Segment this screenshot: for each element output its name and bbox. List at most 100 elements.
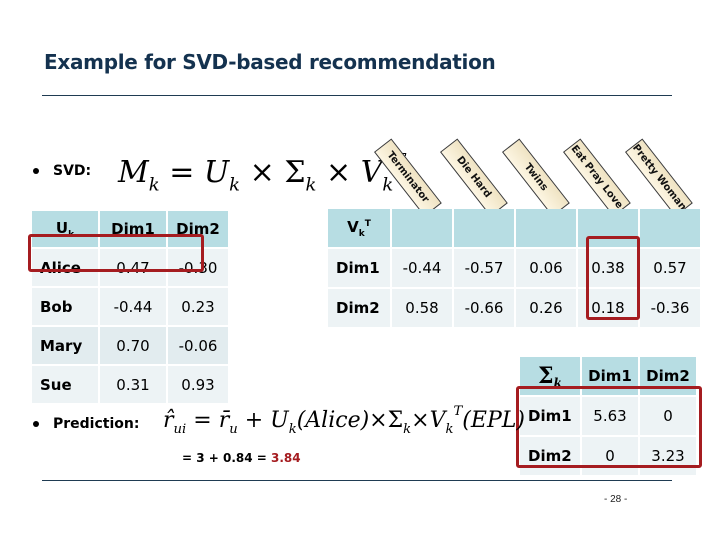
formula-arg: (EPL) <box>462 407 525 433</box>
cell: 0 <box>640 397 696 435</box>
bullet-dot <box>33 421 39 427</box>
bullet-dot <box>33 168 39 174</box>
formula-u: U <box>270 407 289 433</box>
movie-label: Die Hard <box>454 154 494 201</box>
movie-label: Pretty Woman <box>629 142 689 213</box>
svd-label: SVD: <box>53 163 92 179</box>
prediction-result: 3.84 <box>271 451 301 465</box>
cell: -0.44 <box>392 249 452 287</box>
cell: 0.57 <box>640 249 700 287</box>
formula-u: U <box>203 155 230 191</box>
movie-tag: Die Hard <box>440 138 508 217</box>
uk-corner: Uk <box>32 211 98 247</box>
formula-sub: k <box>148 174 160 196</box>
movie-tag: Eat Pray Love <box>563 138 631 217</box>
movie-tag: Twins <box>502 138 570 217</box>
cell: 5.63 <box>582 397 638 435</box>
cell: 0.93 <box>168 366 228 403</box>
formula-times: × <box>369 407 388 433</box>
row-header: Dim1 <box>520 397 580 435</box>
cell: 3.23 <box>640 437 696 475</box>
vk-corner: VkT <box>328 209 390 247</box>
table-row: Dim2 0 3.23 <box>520 437 696 475</box>
col-header-movie <box>392 209 452 247</box>
table-row: Dim1 5.63 0 <box>520 397 696 435</box>
corner-sub: k <box>68 229 75 240</box>
prediction-calculation: = 3 + 0.84 = 3.84 <box>182 451 301 465</box>
cell: 0.38 <box>578 249 638 287</box>
formula-v: V <box>429 407 446 433</box>
formula-rbar: r̄ <box>218 407 230 433</box>
cell: 0.47 <box>100 249 166 286</box>
table-row: Dim2 0.58 -0.66 0.26 0.18 -0.36 <box>328 289 700 327</box>
formula-sub: k <box>288 421 297 437</box>
col-header: Dim2 <box>640 357 696 395</box>
cell: 0.06 <box>516 249 576 287</box>
slide-title: Example for SVD-based recommendation <box>44 50 496 74</box>
prediction-bullet: Prediction: <box>33 416 139 432</box>
vk-transpose-matrix: VkT Dim1 -0.44 -0.57 0.06 0.38 0.57 Dim2… <box>326 207 702 329</box>
cell: 0 <box>582 437 638 475</box>
formula-sub: k <box>445 421 454 437</box>
cell: 0.58 <box>392 289 452 327</box>
cell: 0.26 <box>516 289 576 327</box>
row-header: Dim2 <box>520 437 580 475</box>
table-row: Alice 0.47 -0.30 <box>32 249 228 286</box>
corner-label: U <box>55 218 69 237</box>
prediction-label: Prediction: <box>53 416 140 432</box>
sigma-matrix: Σk Dim1 Dim2 Dim1 5.63 0 Dim2 0 3.23 <box>518 355 698 477</box>
corner-label: Σ <box>538 362 554 389</box>
formula-sup: T <box>453 404 463 419</box>
table-row: Dim1 -0.44 -0.57 0.06 0.38 0.57 <box>328 249 700 287</box>
formula-times: × <box>326 155 352 191</box>
corner-sub: k <box>553 375 562 390</box>
cell: 0.70 <box>100 327 166 364</box>
col-header-movie <box>454 209 514 247</box>
cell: -0.36 <box>640 289 700 327</box>
movie-label: Twins <box>521 161 550 194</box>
formula-sigma: Σ <box>387 407 404 433</box>
formula-arg: (Alice) <box>296 407 370 433</box>
row-header: Dim1 <box>328 249 390 287</box>
formula-sub: k <box>403 421 412 437</box>
col-header-movie <box>640 209 700 247</box>
formula-rhat: r̂ <box>163 407 174 433</box>
cell: 0.18 <box>578 289 638 327</box>
formula-plus: + <box>244 407 264 433</box>
row-header: Sue <box>32 366 98 403</box>
col-header: Dim1 <box>100 211 166 247</box>
formula-times: × <box>411 407 430 433</box>
formula-sub: k <box>229 174 241 196</box>
corner-sup: T <box>364 218 371 229</box>
cell: -0.57 <box>454 249 514 287</box>
formula-sub: k <box>305 174 317 196</box>
formula-eq: = <box>169 155 195 191</box>
cell: -0.06 <box>168 327 228 364</box>
formula-sub: u <box>229 421 238 437</box>
sigma-corner: Σk <box>520 357 580 395</box>
cell: 0.23 <box>168 288 228 325</box>
formula-sub: ui <box>173 421 187 437</box>
movie-label: Eat Pray Love <box>568 143 625 212</box>
table-row: Sue 0.31 0.93 <box>32 366 228 403</box>
table-row: Bob -0.44 0.23 <box>32 288 228 325</box>
formula-times: × <box>249 155 275 191</box>
cell: 0.31 <box>100 366 166 403</box>
corner-label: V <box>347 217 359 236</box>
movie-tag: Pretty Woman <box>625 138 693 217</box>
formula-v: V <box>360 155 383 191</box>
corner-sub: k <box>358 228 365 239</box>
calc-text: = 3 + 0.84 = <box>182 451 272 465</box>
col-header-movie <box>516 209 576 247</box>
cell: -0.66 <box>454 289 514 327</box>
row-header: Alice <box>32 249 98 286</box>
col-header: Dim2 <box>168 211 228 247</box>
row-header: Bob <box>32 288 98 325</box>
title-divider <box>42 95 672 96</box>
formula-sub: k <box>382 174 394 196</box>
formula-eq: = <box>193 407 212 433</box>
cell: -0.30 <box>168 249 228 286</box>
uk-matrix: Uk Dim1 Dim2 Alice 0.47 -0.30 Bob -0.44 … <box>30 209 230 405</box>
formula-m: M <box>118 155 149 191</box>
col-header: Dim1 <box>582 357 638 395</box>
